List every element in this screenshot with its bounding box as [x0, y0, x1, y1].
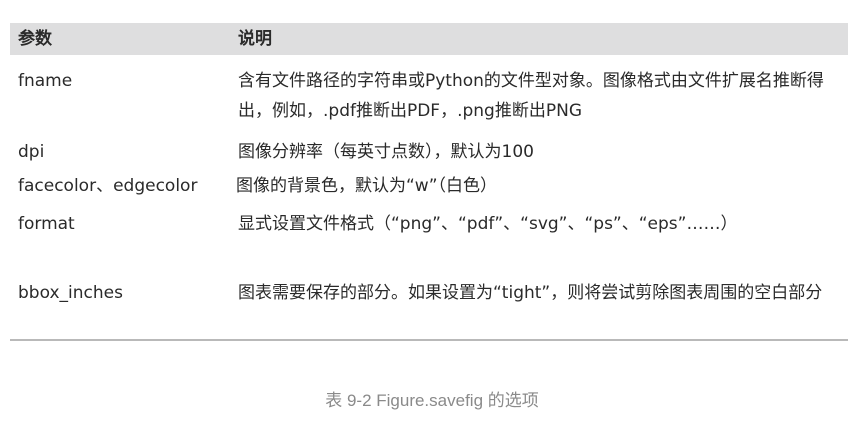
header-description: 说明	[238, 29, 272, 49]
row-param: bbox_inches	[18, 283, 123, 303]
row-description: 含有文件路径的字符串或Python的文件型对象。图像格式由文件扩展名推断得出，例…	[238, 71, 824, 121]
table-header	[10, 23, 848, 55]
row-param: dpi	[18, 142, 45, 162]
row-param: fname	[18, 71, 73, 91]
row-param: facecolor、edgecolor	[18, 176, 198, 196]
row-description: 显式设置文件格式（“png”、“pdf”、“svg”、“ps”、“eps”……）	[238, 214, 738, 234]
row-description: 图像的背景色，默认为“w”（白色）	[236, 176, 498, 196]
row-description: 图像分辨率（每英寸点数），默认为100	[238, 142, 534, 162]
header-param: 参数	[18, 29, 52, 49]
row-description: 图表需要保存的部分。如果设置为“tight”，则将尝试剪除图表周围的空白部分	[238, 283, 823, 303]
table-bottom-rule	[10, 339, 848, 341]
row-param: format	[18, 214, 75, 234]
table-caption: 表 9-2 Figure.savefig 的选项	[325, 391, 539, 410]
